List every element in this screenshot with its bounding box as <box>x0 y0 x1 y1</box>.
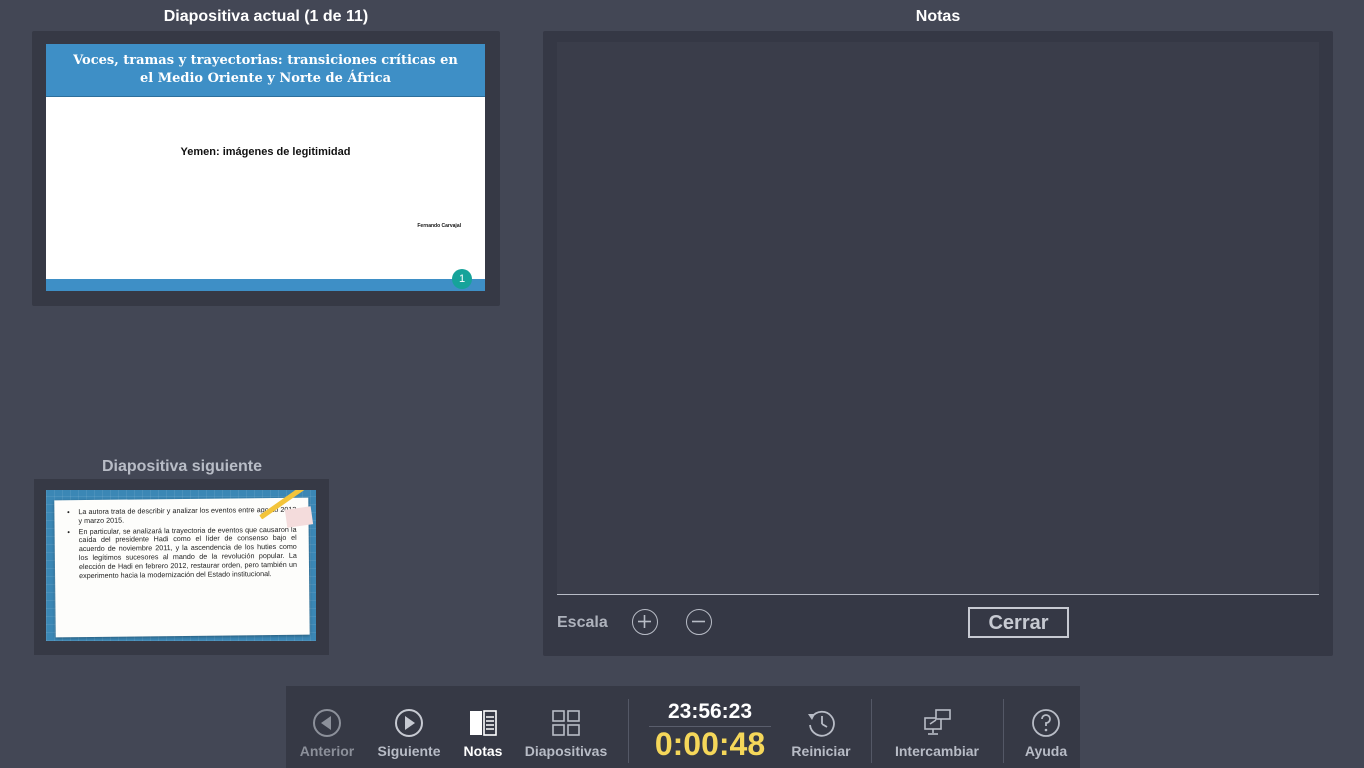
next-label: Siguiente <box>377 743 441 759</box>
notes-text-area[interactable] <box>557 42 1319 594</box>
sticky-note-decoration <box>284 506 314 528</box>
slide-page-number-badge: 1 <box>452 269 472 289</box>
history-icon <box>808 710 835 737</box>
slide-footer-bar <box>46 279 485 291</box>
zoom-out-button[interactable] <box>686 609 712 635</box>
next-slide-bullet: En particular, se analizará la trayector… <box>79 524 298 580</box>
slide-subtitle: Yemen: imágenes de legitimidad <box>180 146 351 158</box>
arrow-left-circle-icon <box>313 709 341 737</box>
swap-monitors-icon <box>924 709 951 735</box>
next-slide-heading: Diapositiva siguiente <box>101 458 263 475</box>
clock-display: 23:56:23 <box>667 700 753 723</box>
elapsed-timer: 0:00:48 <box>654 726 766 762</box>
scale-label: Escala <box>557 614 608 631</box>
swap-displays-button[interactable]: Intercambiar <box>882 686 992 768</box>
slides-label: Diapositivas <box>524 743 608 759</box>
next-button[interactable]: Siguiente <box>370 686 448 768</box>
toolbar-divider <box>1003 699 1004 763</box>
current-slide-frame: Voces, tramas y trayectorias: transicion… <box>32 31 500 306</box>
minus-circle-icon <box>692 620 705 623</box>
plus-circle-icon <box>638 615 651 628</box>
previous-button[interactable]: Anterior <box>290 686 364 768</box>
notes-divider <box>557 594 1319 595</box>
notes-heading: Notas <box>915 8 961 25</box>
notes-icon <box>470 710 497 736</box>
slide-author: Fernando Carvajal <box>417 223 461 229</box>
toolbar-divider <box>871 699 872 763</box>
help-icon <box>1032 709 1060 737</box>
previous-label: Anterior <box>299 743 355 759</box>
slides-button[interactable]: Diapositivas <box>518 686 614 768</box>
notes-label: Notas <box>463 743 503 759</box>
next-slide-paper: La autora trata de describir y analizar … <box>54 497 310 638</box>
help-label: Ayuda <box>1024 743 1068 759</box>
grid-icon <box>552 710 580 736</box>
restart-timer-button[interactable]: Reiniciar <box>782 686 860 768</box>
toolbar-divider <box>628 699 629 763</box>
close-notes-button[interactable]: Cerrar <box>968 607 1069 638</box>
swap-label: Intercambiar <box>894 743 980 759</box>
presenter-toolbar: Anterior Siguiente Notas Diapositivas 23… <box>286 686 1080 768</box>
slide-title: Voces, tramas y trayectorias: transicion… <box>46 44 485 97</box>
next-slide-frame: La autora trata de describir y analizar … <box>34 479 329 655</box>
notes-button[interactable]: Notas <box>454 686 512 768</box>
arrow-right-circle-icon <box>395 709 423 737</box>
zoom-in-button[interactable] <box>632 609 658 635</box>
next-slide-preview[interactable]: La autora trata de describir y analizar … <box>46 490 316 641</box>
current-slide-heading: Diapositiva actual (1 de 11) <box>163 8 369 25</box>
restart-label: Reiniciar <box>791 743 851 759</box>
notes-panel: Escala Cerrar <box>543 31 1333 656</box>
help-button[interactable]: Ayuda <box>1008 686 1084 768</box>
current-slide-preview[interactable]: Voces, tramas y trayectorias: transicion… <box>46 44 485 291</box>
